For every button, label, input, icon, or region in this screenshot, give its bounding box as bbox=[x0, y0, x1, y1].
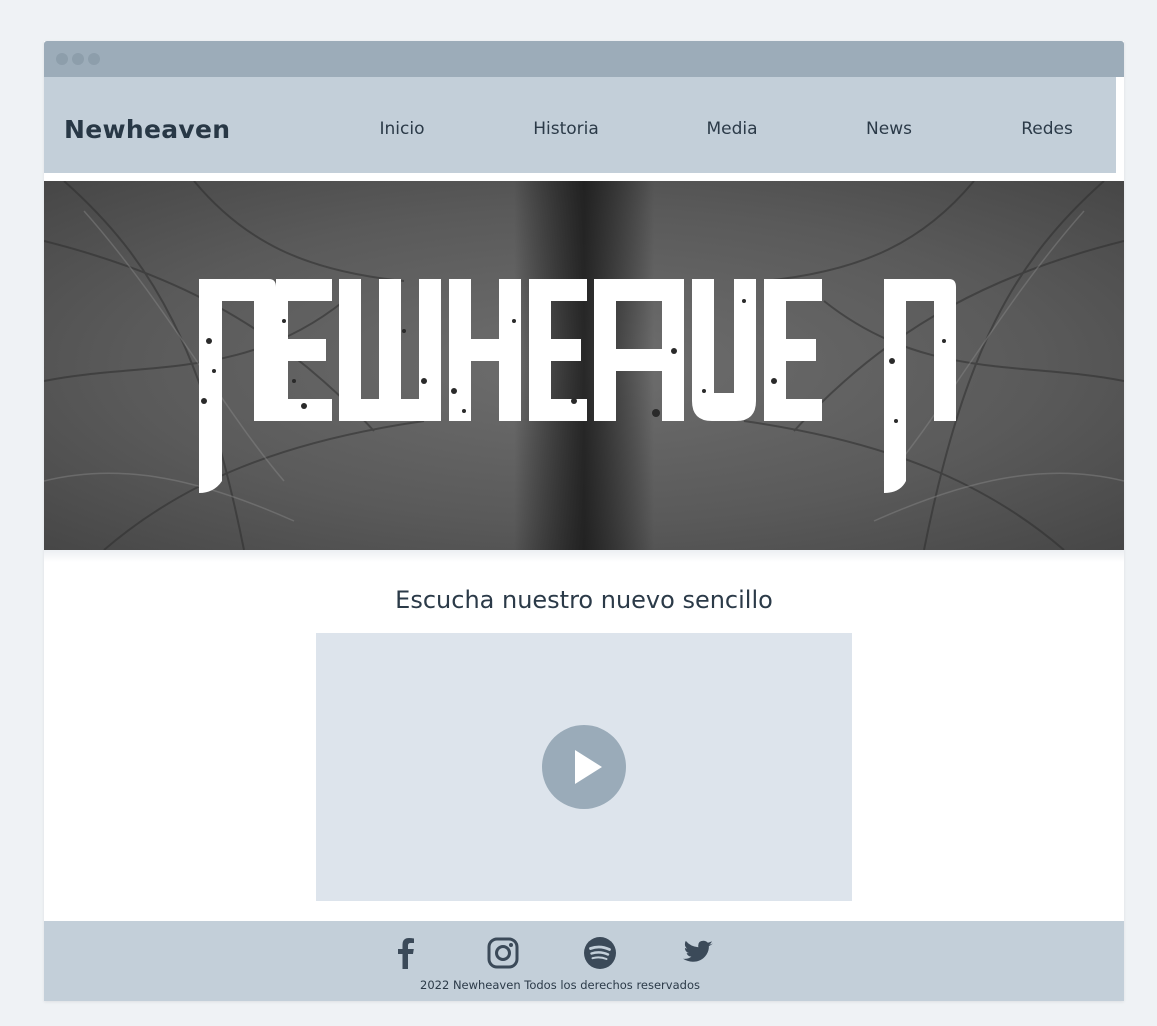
media-player[interactable] bbox=[316, 633, 852, 901]
copyright-text: 2022 Newheaven Todos los derechos reserv… bbox=[420, 978, 700, 992]
nav-link-media[interactable]: Media bbox=[667, 119, 797, 139]
nav-link-news[interactable]: News bbox=[824, 119, 954, 139]
window-dot-icon[interactable] bbox=[56, 53, 68, 65]
window-titlebar bbox=[44, 41, 1124, 77]
play-button[interactable] bbox=[542, 725, 626, 809]
window-dot-icon[interactable] bbox=[88, 53, 100, 65]
nav-link-inicio[interactable]: Inicio bbox=[337, 119, 467, 139]
play-icon bbox=[575, 750, 602, 784]
browser-window: Newheaven Inicio Historia Media News Red… bbox=[44, 41, 1124, 1001]
section-title: Escucha nuestro nuevo sencillo bbox=[395, 586, 773, 614]
window-dot-icon[interactable] bbox=[72, 53, 84, 65]
navbar: Newheaven Inicio Historia Media News Red… bbox=[44, 77, 1116, 173]
instagram-icon[interactable] bbox=[485, 935, 521, 971]
hero-image bbox=[44, 181, 1124, 550]
brand-logo[interactable]: Newheaven bbox=[64, 115, 230, 144]
hero-divider bbox=[44, 550, 1124, 562]
spotify-icon[interactable] bbox=[582, 935, 618, 971]
twitter-icon[interactable] bbox=[679, 935, 715, 971]
nav-link-redes[interactable]: Redes bbox=[982, 119, 1112, 139]
facebook-icon[interactable] bbox=[388, 935, 424, 971]
nav-link-historia[interactable]: Historia bbox=[501, 119, 631, 139]
footer: 2022 Newheaven Todos los derechos reserv… bbox=[44, 921, 1124, 1001]
hero-banner bbox=[44, 181, 1124, 550]
